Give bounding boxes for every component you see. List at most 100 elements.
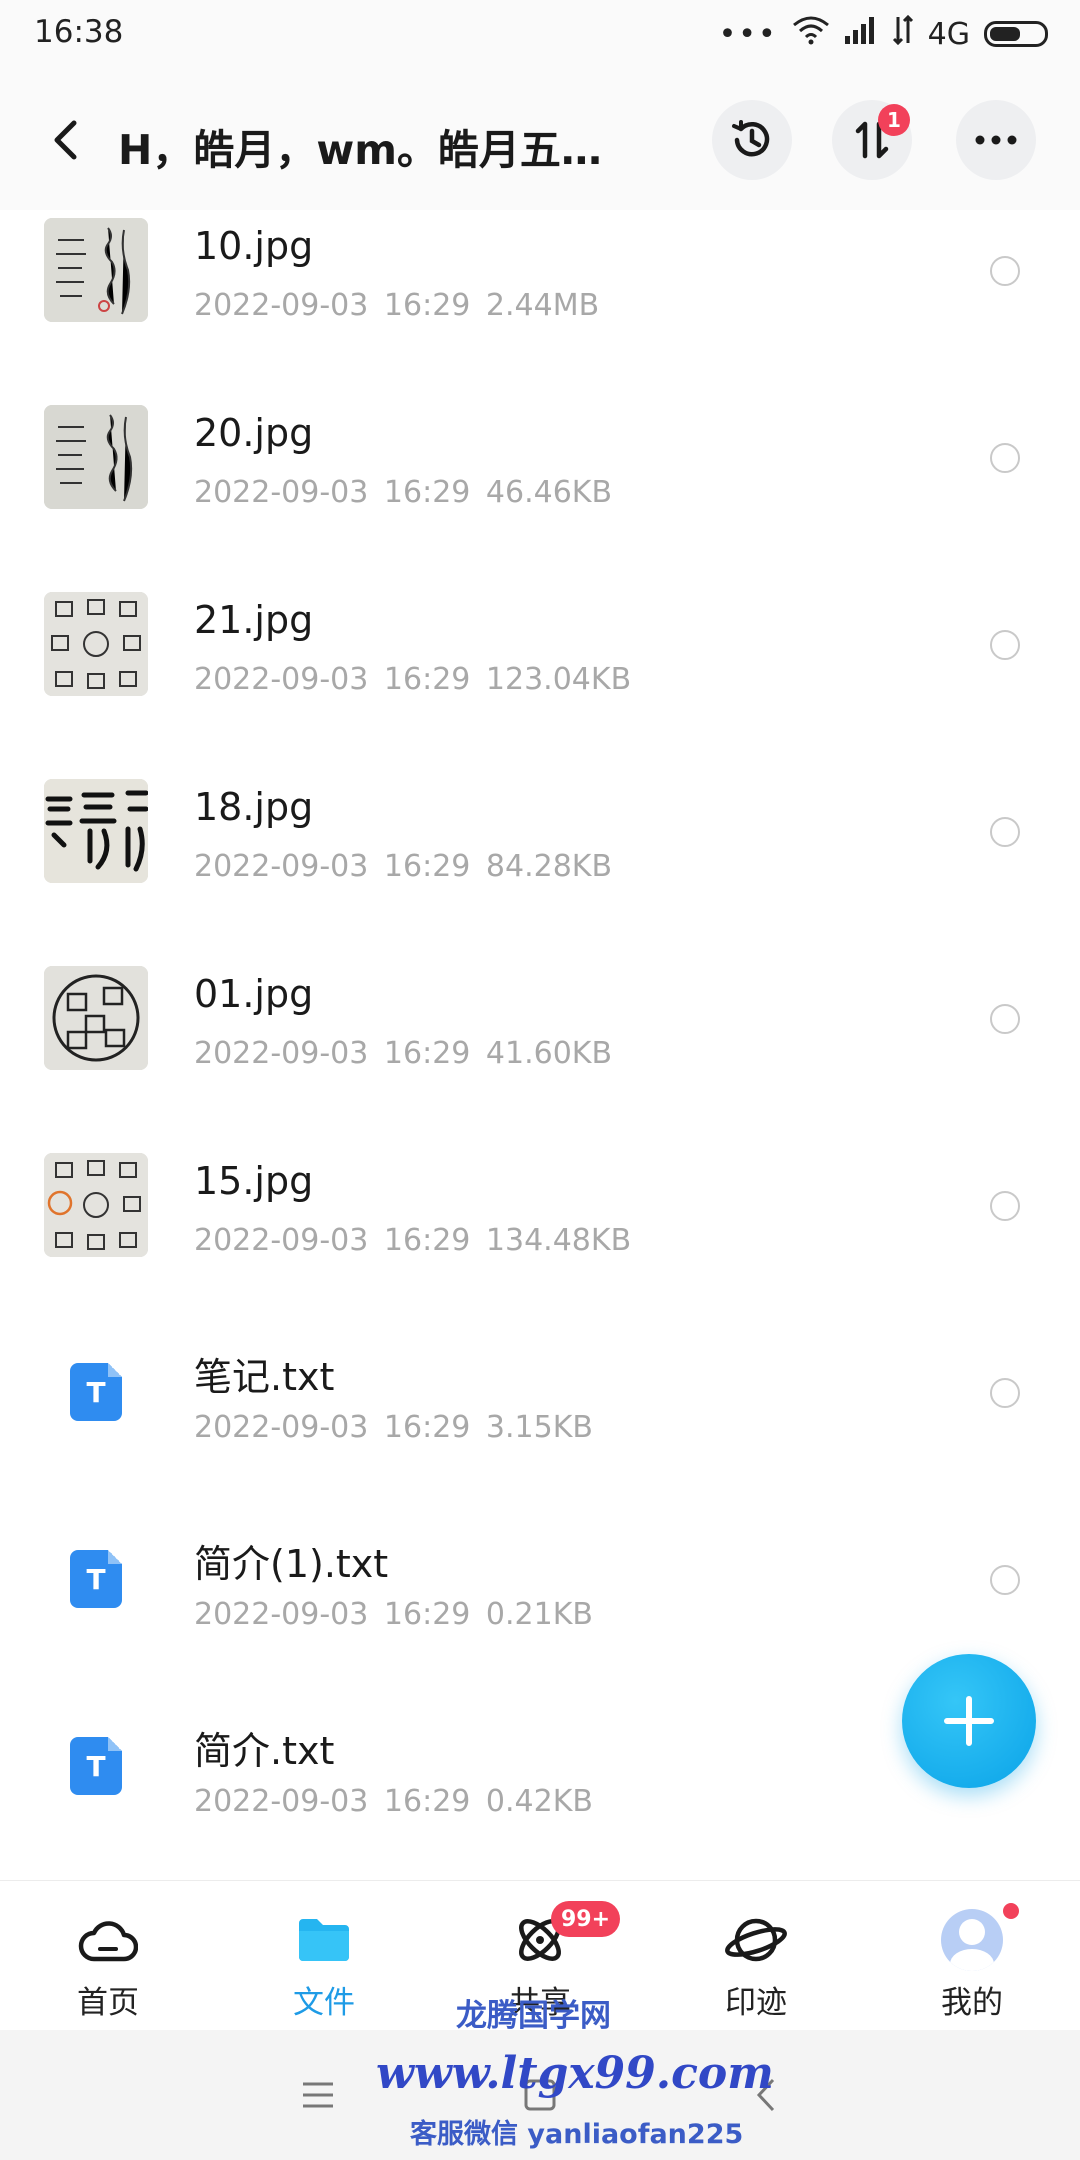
text-file-icon: T bbox=[70, 1737, 122, 1795]
network-type: 4G bbox=[927, 16, 970, 52]
select-checkbox[interactable] bbox=[990, 630, 1020, 660]
menu-icon bbox=[303, 2082, 333, 2108]
file-name: 简介.txt bbox=[194, 1729, 335, 1773]
folder-icon bbox=[291, 1909, 357, 1971]
file-time: 16:29 bbox=[383, 1597, 471, 1632]
back-button[interactable] bbox=[42, 114, 88, 166]
file-time: 16:29 bbox=[383, 1784, 471, 1819]
file-name: 18.jpg bbox=[194, 785, 314, 829]
text-file-thumbnail: T bbox=[44, 1527, 148, 1631]
tab-label: 文件 bbox=[293, 1985, 355, 2021]
file-name: 10.jpg bbox=[194, 224, 314, 268]
text-file-thumbnail: T bbox=[44, 1714, 148, 1818]
image-thumbnail bbox=[44, 1153, 148, 1257]
add-button[interactable] bbox=[902, 1654, 1036, 1788]
select-checkbox[interactable] bbox=[990, 1004, 1020, 1034]
file-time: 16:29 bbox=[383, 1410, 471, 1445]
transfer-badge: 1 bbox=[878, 104, 910, 136]
back-arrow-icon bbox=[54, 120, 77, 160]
file-date: 2022-09-03 bbox=[194, 475, 369, 510]
file-row[interactable]: 20.jpg 2022-09-03 16:29 46.46KB bbox=[0, 397, 1080, 584]
watermark-contact: 客服微信 yanliaofan225 bbox=[410, 2119, 744, 2150]
share-badge: 99+ bbox=[551, 1901, 621, 1937]
file-row[interactable]: T 笔记.txt 2022-09-03 16:29 3.15KB bbox=[0, 1332, 1080, 1519]
file-meta: 2022-09-03 16:29 0.21KB bbox=[194, 1597, 593, 1632]
atom-share-icon: 99+ bbox=[507, 1901, 621, 1971]
select-checkbox[interactable] bbox=[990, 817, 1020, 847]
cloud-icon bbox=[75, 1909, 141, 1971]
watermark-url: www.ltgx99.com bbox=[376, 2048, 774, 2099]
text-file-icon: T bbox=[70, 1550, 122, 1608]
tab-label: 首页 bbox=[77, 1985, 139, 2021]
watermark-site-name: 龙腾国学网 bbox=[456, 1998, 611, 2034]
file-meta: 2022-09-03 16:29 134.48KB bbox=[194, 1223, 631, 1258]
file-meta: 2022-09-03 16:29 2.44MB bbox=[194, 288, 599, 323]
status-bar: 16:38 ••• 4G bbox=[0, 0, 1080, 70]
file-name: 21.jpg bbox=[194, 598, 314, 642]
battery-icon bbox=[984, 21, 1048, 47]
file-date: 2022-09-03 bbox=[194, 1784, 369, 1819]
file-time: 16:29 bbox=[383, 288, 471, 323]
file-time: 16:29 bbox=[383, 662, 471, 697]
file-name: 15.jpg bbox=[194, 1159, 314, 1203]
file-meta: 2022-09-03 16:29 84.28KB bbox=[194, 849, 612, 884]
more-button[interactable] bbox=[956, 100, 1036, 180]
avatar bbox=[941, 1909, 1003, 1971]
image-thumbnail bbox=[44, 218, 148, 322]
file-date: 2022-09-03 bbox=[194, 1223, 369, 1258]
select-checkbox[interactable] bbox=[990, 443, 1020, 473]
file-date: 2022-09-03 bbox=[194, 1036, 369, 1071]
file-size: 46.46KB bbox=[485, 475, 613, 510]
file-date: 2022-09-03 bbox=[194, 1410, 369, 1445]
select-checkbox[interactable] bbox=[990, 1191, 1020, 1221]
file-date: 2022-09-03 bbox=[194, 662, 369, 697]
file-meta: 2022-09-03 16:29 46.46KB bbox=[194, 475, 612, 510]
image-thumbnail bbox=[44, 405, 148, 509]
tab-label: 印迹 bbox=[725, 1985, 787, 2021]
file-meta: 2022-09-03 16:29 3.15KB bbox=[194, 1410, 593, 1445]
file-size: 3.15KB bbox=[485, 1410, 593, 1445]
file-row[interactable]: 15.jpg 2022-09-03 16:29 134.48KB bbox=[0, 1145, 1080, 1332]
file-meta: 2022-09-03 16:29 41.60KB bbox=[194, 1036, 612, 1071]
wifi-icon bbox=[792, 15, 830, 53]
select-checkbox[interactable] bbox=[990, 1378, 1020, 1408]
tab-me[interactable]: 我的 bbox=[892, 1881, 1052, 2031]
plus-icon bbox=[944, 1696, 994, 1746]
text-file-icon: T bbox=[70, 1363, 122, 1421]
avatar-icon bbox=[939, 1903, 1019, 1971]
more-icon bbox=[975, 135, 1017, 145]
status-icons: ••• 4G bbox=[719, 14, 1048, 54]
tab-files[interactable]: 文件 bbox=[244, 1881, 404, 2031]
tab-label: 我的 bbox=[941, 1985, 1003, 2021]
file-size: 84.28KB bbox=[485, 849, 613, 884]
select-checkbox[interactable] bbox=[990, 256, 1020, 286]
file-date: 2022-09-03 bbox=[194, 288, 369, 323]
history-button[interactable] bbox=[712, 100, 792, 180]
status-time: 16:38 bbox=[34, 14, 124, 50]
file-row[interactable]: 01.jpg 2022-09-03 16:29 41.60KB bbox=[0, 958, 1080, 1145]
select-checkbox[interactable] bbox=[990, 1565, 1020, 1595]
tab-home[interactable]: 首页 bbox=[28, 1881, 188, 2031]
image-thumbnail bbox=[44, 779, 148, 883]
file-time: 16:29 bbox=[383, 475, 471, 510]
transfer-button[interactable]: 1 bbox=[832, 100, 912, 180]
file-date: 2022-09-03 bbox=[194, 1597, 369, 1632]
image-thumbnail bbox=[44, 966, 148, 1070]
file-row[interactable]: 18.jpg 2022-09-03 16:29 84.28KB bbox=[0, 771, 1080, 958]
planet-icon bbox=[723, 1909, 789, 1971]
file-row[interactable]: 10.jpg 2022-09-03 16:29 2.44MB bbox=[0, 210, 1080, 397]
tab-traces[interactable]: 印迹 bbox=[676, 1881, 836, 2031]
file-time: 16:29 bbox=[383, 849, 471, 884]
file-name: 01.jpg bbox=[194, 972, 314, 1016]
file-meta: 2022-09-03 16:29 123.04KB bbox=[194, 662, 631, 697]
menu-button[interactable] bbox=[288, 2070, 348, 2120]
file-size: 0.21KB bbox=[485, 1597, 593, 1632]
notification-dot bbox=[1003, 1903, 1019, 1919]
signal-icon bbox=[844, 16, 878, 52]
file-size: 2.44MB bbox=[485, 288, 600, 323]
text-file-thumbnail: T bbox=[44, 1340, 148, 1444]
file-size: 41.60KB bbox=[485, 1036, 613, 1071]
file-row[interactable]: 21.jpg 2022-09-03 16:29 123.04KB bbox=[0, 584, 1080, 771]
file-name: 20.jpg bbox=[194, 411, 314, 455]
file-name: 笔记.txt bbox=[194, 1355, 335, 1399]
